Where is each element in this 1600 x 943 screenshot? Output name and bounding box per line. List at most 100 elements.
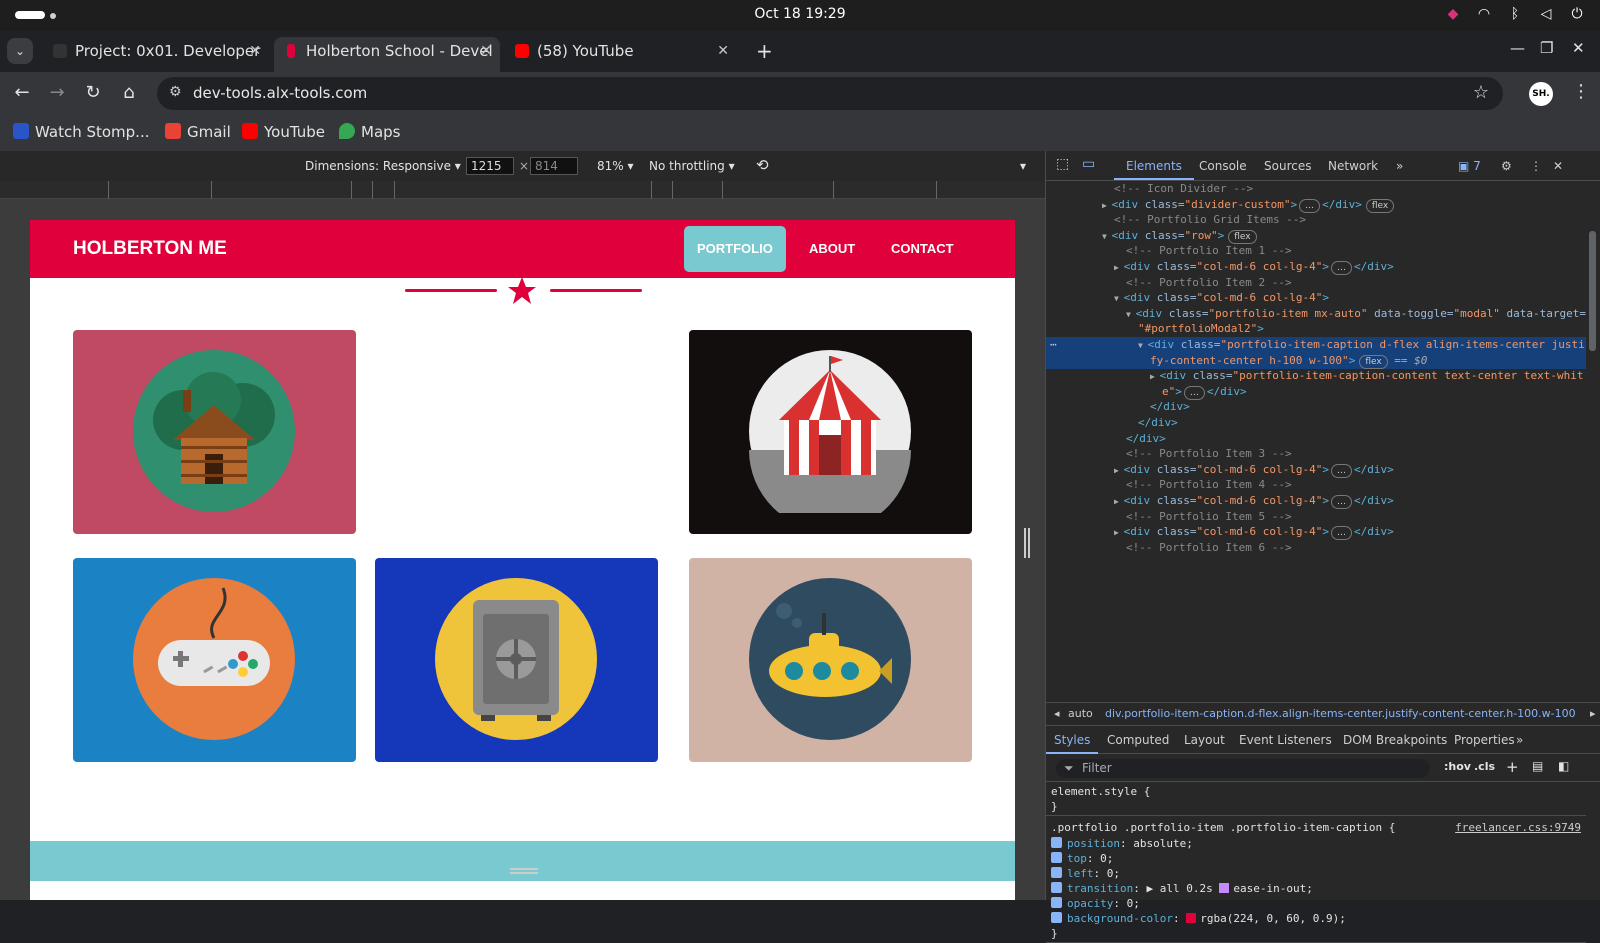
css-declaration[interactable]: transition: ▶ all 0.2s ease-in-out; (1051, 881, 1581, 896)
tab-layout[interactable]: Layout (1184, 733, 1225, 747)
nav-contact[interactable]: CONTACT (891, 241, 954, 256)
new-style-rule-icon[interactable]: + (1506, 758, 1519, 776)
tab-styles[interactable]: Styles (1054, 733, 1090, 747)
css-declaration[interactable]: background-color: rgba(224, 0, 60, 0.9); (1051, 911, 1581, 926)
breadcrumb-item[interactable]: auto (1068, 703, 1093, 725)
portfolio-item-cabin[interactable] (73, 330, 356, 534)
easing-swatch[interactable] (1219, 883, 1230, 893)
dom-node-line[interactable]: ▼ <div class="col-md-6 col-lg-4"> (1046, 290, 1586, 306)
dom-node-line[interactable]: <!-- Portfolio Item 5 --> (1046, 509, 1586, 525)
device-toggle-icon[interactable]: ▭ (1082, 156, 1095, 172)
expand-arrow-icon[interactable]: ▶ (1114, 497, 1124, 506)
css-declaration[interactable]: left: 0; (1051, 866, 1581, 881)
dom-node-line[interactable]: ▶ <div class="col-md-6 col-lg-4">… </div> (1046, 493, 1586, 509)
portfolio-item-game[interactable] (73, 558, 356, 762)
dom-node-line[interactable]: <!-- Portfolio Grid Items --> (1046, 212, 1586, 228)
portfolio-item-submarine[interactable] (689, 558, 972, 762)
rule-selector[interactable]: .portfolio .portfolio-item .portfolio-it… (1051, 820, 1581, 835)
dom-node-line[interactable]: <!-- Portfolio Item 2 --> (1046, 275, 1586, 291)
address-bar[interactable]: ⚙ dev-tools.alx-tools.com ☆ (157, 77, 1503, 110)
tab-event-listeners[interactable]: Event Listeners (1239, 733, 1332, 747)
declaration-checkbox[interactable] (1051, 897, 1062, 908)
expand-arrow-icon[interactable]: ▶ (1102, 201, 1112, 210)
expand-arrow-icon[interactable]: ▼ (1114, 294, 1124, 303)
expand-arrow-icon[interactable]: ▼ (1126, 310, 1136, 319)
declaration-checkbox[interactable] (1051, 837, 1062, 848)
bookmark-star-icon[interactable]: ☆ (1473, 82, 1489, 103)
dom-node-line[interactable]: ▼ <div class="row"> flex (1046, 228, 1586, 244)
tab-network[interactable]: Network (1328, 159, 1378, 173)
zoom-select[interactable]: 81% ▾ (597, 159, 634, 173)
tab-search-button[interactable]: ⌄ (7, 38, 33, 64)
dom-node-line[interactable]: "#portfolioModal2"> (1046, 321, 1586, 337)
resize-handle-right[interactable] (1024, 528, 1030, 558)
element-style-selector[interactable]: element.style { (1051, 784, 1581, 799)
rotate-icon[interactable]: ⟲ (756, 156, 769, 174)
dom-node-line[interactable]: <!-- Portfolio Item 6 --> (1046, 540, 1586, 556)
flex-badge[interactable]: flex (1365, 198, 1395, 213)
system-tray[interactable]: ◆ ◠ ᛒ ◁ ⏻ (1444, 5, 1586, 23)
app-indicator-icon[interactable]: ◆ (1444, 5, 1462, 23)
declaration-checkbox[interactable] (1051, 852, 1062, 863)
tab-dom-breakpoints[interactable]: DOM Breakpoints (1343, 733, 1447, 747)
dom-scrollbar[interactable] (1586, 181, 1600, 701)
collapsed-ellipsis-icon[interactable]: … (1299, 198, 1321, 213)
throttling-select[interactable]: No throttling ▾ (649, 159, 735, 173)
devtools-menu-icon[interactable]: ⋮ (1530, 159, 1542, 173)
dom-node-line[interactable]: ▶ <div class="col-md-6 col-lg-4">… </div> (1046, 524, 1586, 541)
tab-computed[interactable]: Computed (1107, 733, 1169, 747)
declaration-checkbox[interactable] (1051, 882, 1062, 893)
bookmark-maps[interactable]: Maps (339, 123, 400, 141)
minimize-icon[interactable]: — (1510, 39, 1525, 57)
expand-arrow-icon[interactable]: ▼ (1102, 232, 1112, 241)
device-options-icon[interactable]: ▾ (1020, 159, 1026, 173)
dom-node-line[interactable]: e">… </div> (1046, 384, 1586, 400)
media-query-bar[interactable] (0, 181, 1045, 199)
bookmark-gmail[interactable]: Gmail (165, 123, 231, 141)
breadcrumb-next-icon[interactable]: ▸ (1590, 703, 1596, 725)
tab-elements[interactable]: Elements (1126, 159, 1182, 173)
sidebar-toggle-icon[interactable]: ◧ (1558, 759, 1569, 773)
dom-node-line[interactable]: <!-- Portfolio Item 3 --> (1046, 446, 1586, 462)
css-declaration[interactable]: top: 0; (1051, 851, 1581, 866)
close-devtools-icon[interactable]: ✕ (1553, 159, 1563, 173)
dom-node-line[interactable]: ▼ <div class="portfolio-item-caption d-f… (1046, 337, 1586, 353)
dom-node-line[interactable]: ▶ <div class="col-md-6 col-lg-4">… </div> (1046, 462, 1586, 478)
dom-node-line[interactable]: <!-- Portfolio Item 4 --> (1046, 477, 1586, 493)
color-swatch[interactable] (1186, 913, 1197, 923)
close-window-icon[interactable]: ✕ (1572, 39, 1585, 57)
chrome-menu-icon[interactable]: ⋮ (1572, 81, 1590, 102)
expand-arrow-icon[interactable]: ▶ (1114, 528, 1124, 537)
dom-node-line[interactable]: ▶ <div class="divider-custom">… </div> fle… (1046, 197, 1586, 213)
maximize-icon[interactable]: ❐ (1540, 39, 1553, 57)
expand-arrow-icon[interactable]: ▶ (1150, 372, 1160, 381)
close-tab-icon[interactable]: ✕ (480, 37, 492, 65)
site-brand[interactable]: HOLBERTON ME (73, 238, 227, 260)
tab-project[interactable]: Project: 0x01. Developer ✕ (43, 37, 269, 72)
flex-badge[interactable]: flex (1359, 354, 1388, 369)
width-input[interactable]: 1215 (466, 157, 514, 175)
new-tab-icon[interactable]: + (756, 39, 773, 63)
dom-node-line[interactable]: <!-- Portfolio Item 1 --> (1046, 243, 1586, 259)
css-declaration[interactable]: position: absolute; (1051, 836, 1581, 851)
collapsed-ellipsis-icon[interactable]: … (1330, 463, 1352, 478)
collapsed-ellipsis-icon[interactable]: … (1330, 526, 1352, 541)
breadcrumb-item-selected[interactable]: div.portfolio-item-caption.d-flex.align-… (1105, 703, 1576, 725)
tab-youtube[interactable]: (58) YouTube ✕ (505, 37, 737, 72)
tab-holberton[interactable]: Holberton School - Devel ✕ (274, 37, 500, 72)
height-input[interactable]: 814 (530, 157, 578, 175)
more-panels-icon[interactable]: » (1516, 733, 1523, 747)
declaration-checkbox[interactable] (1051, 867, 1062, 878)
css-declaration[interactable]: opacity: 0; (1051, 896, 1581, 911)
styles-filter-input[interactable]: ⏷ Filter (1056, 759, 1430, 778)
dom-node-line[interactable]: </div> (1046, 399, 1586, 415)
collapsed-ellipsis-icon[interactable]: … (1330, 261, 1352, 275)
close-tab-icon[interactable]: ✕ (717, 37, 729, 65)
dom-tree[interactable]: <!-- Icon Divider --> ▶ <div class="divid… (1046, 181, 1586, 701)
nav-portfolio[interactable]: PORTFOLIO (684, 226, 786, 272)
reload-icon[interactable]: ↻ (82, 82, 104, 103)
expand-arrow-icon[interactable]: ▼ (1138, 341, 1148, 350)
tab-console[interactable]: Console (1199, 159, 1247, 173)
settings-gear-icon[interactable]: ⚙ (1501, 159, 1512, 173)
expand-arrow-icon[interactable]: ▶ (1114, 263, 1124, 272)
